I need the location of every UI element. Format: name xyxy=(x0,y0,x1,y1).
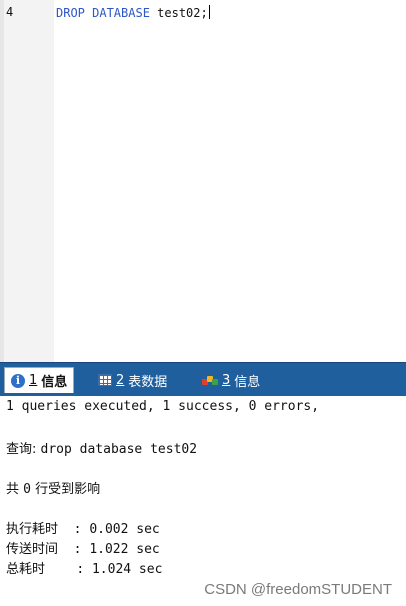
tab-table-data[interactable]: 2 表数据 xyxy=(92,367,173,393)
exec-time-label: 执行耗时 xyxy=(6,522,59,537)
total-time-line: 总耗时 : 1.024 sec xyxy=(6,558,162,577)
tab-info-1[interactable]: i 1 信息 xyxy=(4,367,75,393)
info-icon: i xyxy=(11,373,25,388)
total-time-value: : 1.024 sec xyxy=(45,562,163,577)
sql-identifier: test02; xyxy=(149,6,208,20)
table-icon xyxy=(98,374,112,386)
rows-count: 0 xyxy=(23,482,31,497)
tab-label: 表数据 xyxy=(128,374,168,390)
transfer-time-label: 传送时间 xyxy=(6,542,59,557)
line-number: 4 xyxy=(6,5,14,19)
execution-summary: 1 queries executed, 1 success, 0 errors, xyxy=(6,399,320,414)
flag-icon xyxy=(202,374,218,386)
rows-prefix: 共 xyxy=(6,482,24,497)
total-time-label: 总耗时 xyxy=(6,562,46,577)
result-tabbar: i 1 信息 2 表数据 3 信息 xyxy=(0,362,406,396)
message-output: 1 queries executed, 1 success, 0 errors,… xyxy=(0,396,406,606)
rows-suffix: 行受到影响 xyxy=(30,482,101,497)
tab-number: 1 xyxy=(29,373,38,388)
gutter-edge xyxy=(0,0,4,362)
exec-time-line: 执行耗时 : 0.002 sec xyxy=(6,518,160,537)
line-number-gutter: 4 xyxy=(0,0,54,362)
tab-number: 2 xyxy=(116,372,125,388)
tab-info-3[interactable]: 3 信息 xyxy=(196,367,266,393)
sql-keyword: DROP DATABASE xyxy=(56,6,150,20)
query-text: drop database test02 xyxy=(40,442,198,457)
transfer-time-value: : 1.022 sec xyxy=(58,542,160,557)
query-line: 查询: drop database test02 xyxy=(6,438,197,457)
code-line[interactable]: DROP DATABASE test02; xyxy=(56,5,210,20)
exec-time-value: : 0.002 sec xyxy=(58,522,160,537)
tab-number: 3 xyxy=(222,372,231,388)
text-caret xyxy=(208,5,210,19)
query-editor[interactable]: 4 DROP DATABASE test02; xyxy=(0,0,406,362)
tab-label: 信息 xyxy=(41,375,68,390)
tab-label: 信息 xyxy=(234,374,261,390)
rows-affected-line: 共 0 行受到影响 xyxy=(6,478,100,497)
transfer-time-line: 传送时间 : 1.022 sec xyxy=(6,538,160,557)
watermark: CSDN @freedomSTUDENT xyxy=(204,581,392,598)
query-label: 查询: xyxy=(6,442,41,457)
